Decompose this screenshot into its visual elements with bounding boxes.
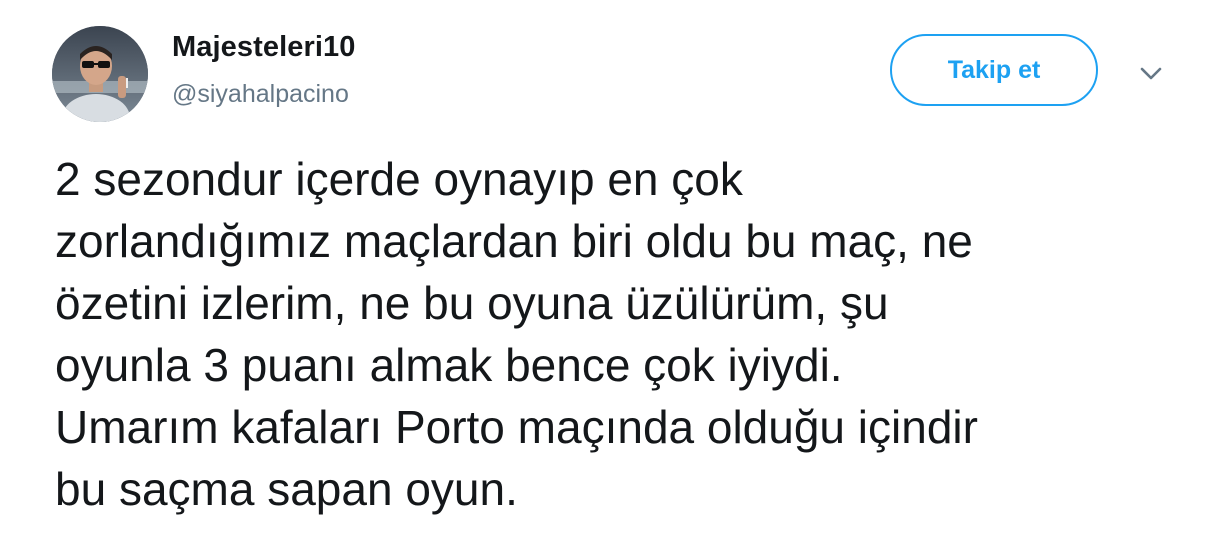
chevron-down-icon[interactable]: [1136, 62, 1166, 86]
tweet-text-line: zorlandığımız maçlardan biri oldu bu maç…: [55, 215, 973, 267]
tweet-card: Majesteleri10 @siyahalpacino Takip et 2 …: [0, 0, 1226, 555]
follow-button[interactable]: Takip et: [890, 34, 1098, 106]
tweet-text-line: Umarım kafaları Porto maçında olduğu içi…: [55, 401, 978, 453]
user-handle[interactable]: @siyahalpacino: [172, 80, 349, 109]
tweet-text-line: 2 sezondur içerde oynayıp en çok: [55, 153, 743, 205]
display-name[interactable]: Majesteleri10: [172, 31, 355, 64]
tweet-text-line: bu saçma sapan oyun.: [55, 463, 518, 515]
avatar-photo: [52, 26, 148, 122]
tweet-text-line: özetini izlerim, ne bu oyuna üzülürüm, ş…: [55, 277, 889, 329]
tweet-text-line: oyunla 3 puanı almak bence çok iyiydi.: [55, 339, 843, 391]
tweet-text: 2 sezondur içerde oynayıp en çok zorland…: [55, 148, 1195, 520]
avatar[interactable]: [52, 26, 148, 122]
